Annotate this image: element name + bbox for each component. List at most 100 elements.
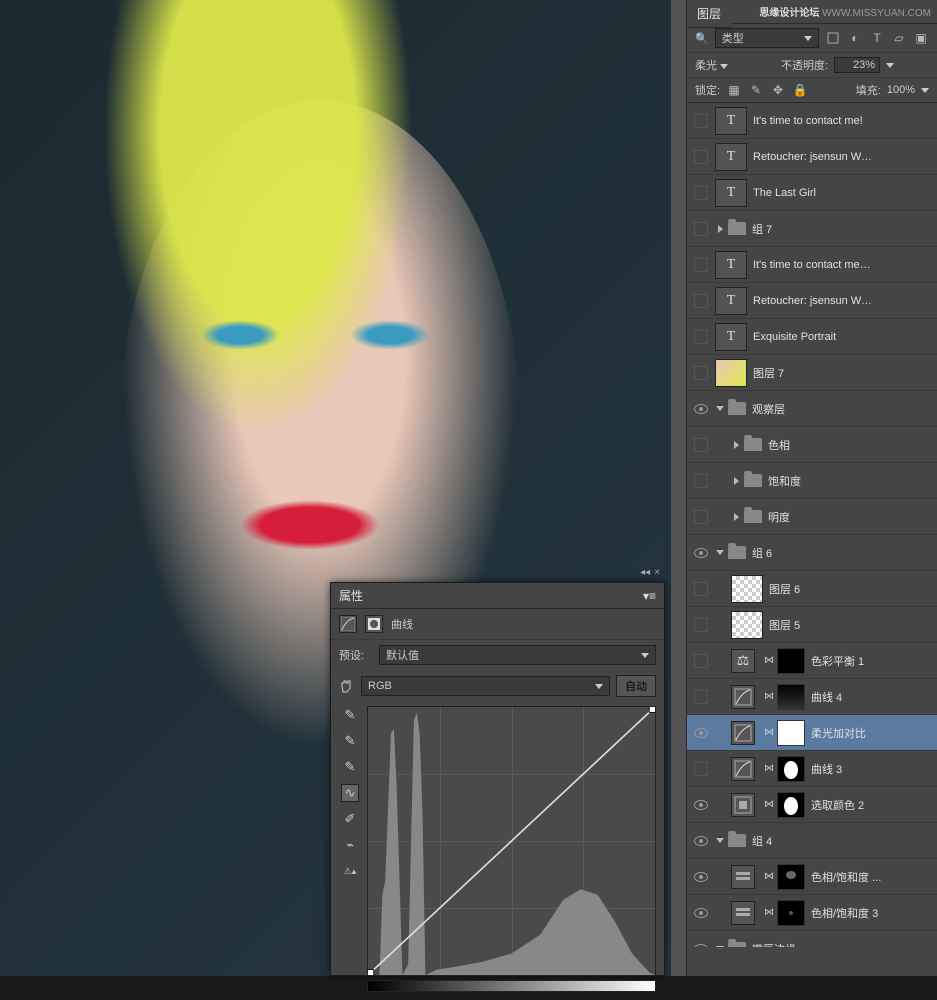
eyedropper-white-icon[interactable]: ✎: [341, 758, 359, 776]
layer-name[interactable]: 曲线 3: [811, 761, 842, 777]
mask-thumbnail[interactable]: [777, 792, 805, 818]
layer-name[interactable]: 组 6: [752, 545, 772, 561]
layer-name[interactable]: 组 7: [752, 221, 772, 237]
filter-pixel-icon[interactable]: [825, 30, 841, 46]
layer-name[interactable]: 柔光加对比: [811, 725, 866, 741]
curves-graph[interactable]: [367, 706, 656, 976]
layer-row[interactable]: ⋈ 色相/饱和度 ...: [687, 859, 937, 895]
options-icon[interactable]: ⚠▴: [341, 862, 359, 880]
lock-transparent-icon[interactable]: ▦: [726, 82, 742, 98]
chevron-down-icon[interactable]: [921, 88, 929, 93]
layer-row[interactable]: TRetoucher: jsensun Wech...: [687, 283, 937, 319]
mask-thumbnail[interactable]: [777, 648, 805, 674]
disclosure-icon[interactable]: [715, 548, 725, 558]
layer-name[interactable]: 曲线 4: [811, 689, 842, 705]
layer-name[interactable]: 色彩平衡 1: [811, 653, 864, 669]
curve-line[interactable]: [368, 707, 655, 975]
layer-row[interactable]: ⋈选取颜色 2: [687, 787, 937, 823]
eyedropper-gray-icon[interactable]: ✎: [341, 732, 359, 750]
disclosure-icon[interactable]: [715, 404, 725, 414]
mask-thumbnail[interactable]: [777, 864, 805, 890]
panel-menu-icon[interactable]: ▾≡: [643, 589, 656, 603]
visibility-toggle[interactable]: [694, 438, 708, 452]
layers-tab[interactable]: 图层: [687, 0, 731, 28]
layer-name[interactable]: 饱和度: [768, 473, 801, 489]
visibility-icon[interactable]: [694, 836, 708, 846]
disclosure-icon[interactable]: [715, 224, 725, 234]
hand-tool-icon[interactable]: [339, 678, 355, 694]
layer-row[interactable]: 明度: [687, 499, 937, 535]
link-icon[interactable]: ⋈: [763, 691, 775, 703]
layer-row[interactable]: 色相: [687, 427, 937, 463]
mask-thumbnail[interactable]: [777, 900, 805, 926]
fill-input[interactable]: 100%: [887, 84, 915, 96]
visibility-toggle[interactable]: [694, 654, 708, 668]
layer-row[interactable]: 饱和度: [687, 463, 937, 499]
layer-name[interactable]: 观察层: [752, 401, 785, 417]
layer-row[interactable]: 图层 5: [687, 607, 937, 643]
layer-row[interactable]: ⋈柔光加对比: [687, 715, 937, 751]
disclosure-icon[interactable]: [731, 512, 741, 522]
layer-row[interactable]: 观察层: [687, 391, 937, 427]
filter-shape-icon[interactable]: ▱: [891, 30, 907, 46]
layer-name[interactable]: 图层 6: [769, 581, 800, 597]
link-icon[interactable]: ⋈: [763, 871, 775, 883]
layer-name[interactable]: It's time to contact me! ...: [753, 259, 873, 271]
layer-name[interactable]: 组 4: [752, 833, 772, 849]
visibility-icon[interactable]: [694, 908, 708, 918]
channel-dropdown[interactable]: RGB: [361, 676, 610, 696]
collapse-icon[interactable]: ◂◂: [640, 567, 650, 578]
visibility-toggle[interactable]: [694, 762, 708, 776]
visibility-toggle[interactable]: [694, 582, 708, 596]
layer-row[interactable]: TIt's time to contact me!: [687, 103, 937, 139]
chevron-down-icon[interactable]: [886, 63, 894, 68]
layer-row[interactable]: TThe Last Girl: [687, 175, 937, 211]
filter-text-icon[interactable]: T: [869, 30, 885, 46]
opacity-input[interactable]: 23%: [834, 57, 880, 73]
layer-row[interactable]: 图层 6: [687, 571, 937, 607]
layer-name[interactable]: 色相/饱和度 3: [811, 905, 878, 921]
layer-name[interactable]: Retoucher: jsensun Wech...: [753, 151, 873, 163]
layer-name[interactable]: 图层 7: [753, 365, 784, 381]
disclosure-icon[interactable]: [731, 440, 741, 450]
layer-row[interactable]: TRetoucher: jsensun Wech...: [687, 139, 937, 175]
layer-name[interactable]: The Last Girl: [753, 187, 816, 199]
link-icon[interactable]: ⋈: [763, 763, 775, 775]
layer-name[interactable]: 明度: [768, 509, 790, 525]
visibility-icon[interactable]: [694, 944, 708, 948]
visibility-icon[interactable]: [694, 800, 708, 810]
link-icon[interactable]: ⋈: [763, 655, 775, 667]
lock-position-icon[interactable]: ✥: [770, 82, 786, 98]
visibility-toggle[interactable]: [694, 114, 708, 128]
mask-thumbnail[interactable]: [777, 756, 805, 782]
filter-dropdown[interactable]: 类型: [715, 28, 819, 48]
blend-mode-dropdown[interactable]: 柔光: [695, 57, 775, 73]
layer-name[interactable]: Retoucher: jsensun Wech...: [753, 295, 873, 307]
layer-name[interactable]: 色相/饱和度 ...: [811, 869, 881, 885]
layer-row[interactable]: TExquisite Portrait: [687, 319, 937, 355]
disclosure-icon[interactable]: [731, 476, 741, 486]
visibility-toggle[interactable]: [694, 150, 708, 164]
filter-adjust-icon[interactable]: ◐: [847, 30, 863, 46]
layers-list[interactable]: TIt's time to contact me!TRetoucher: jse…: [687, 103, 937, 947]
visibility-icon[interactable]: [694, 548, 708, 558]
layer-row[interactable]: ⋈色相/饱和度 3: [687, 895, 937, 931]
close-icon[interactable]: ×: [654, 567, 660, 578]
layer-row[interactable]: 图层 7: [687, 355, 937, 391]
properties-panel[interactable]: ◂◂ × 属性 ▾≡ 曲线 预设: 默认值 RGB 自动 ✎ ✎: [330, 582, 665, 976]
visibility-toggle[interactable]: [694, 474, 708, 488]
adjustment-type-icon[interactable]: [339, 615, 357, 633]
visibility-icon[interactable]: [694, 728, 708, 738]
layer-row[interactable]: 组 4: [687, 823, 937, 859]
layer-name[interactable]: 嘴唇边缘: [752, 941, 796, 948]
input-gradient[interactable]: [367, 980, 656, 992]
smooth-icon[interactable]: ⌁: [341, 836, 359, 854]
filter-kind-icon[interactable]: 🔍: [695, 32, 709, 45]
layer-row[interactable]: 嘴唇边缘: [687, 931, 937, 947]
visibility-toggle[interactable]: [694, 366, 708, 380]
disclosure-icon[interactable]: [715, 944, 725, 948]
visibility-toggle[interactable]: [694, 690, 708, 704]
layer-name[interactable]: Exquisite Portrait: [753, 331, 836, 343]
visibility-toggle[interactable]: [694, 330, 708, 344]
visibility-toggle[interactable]: [694, 618, 708, 632]
